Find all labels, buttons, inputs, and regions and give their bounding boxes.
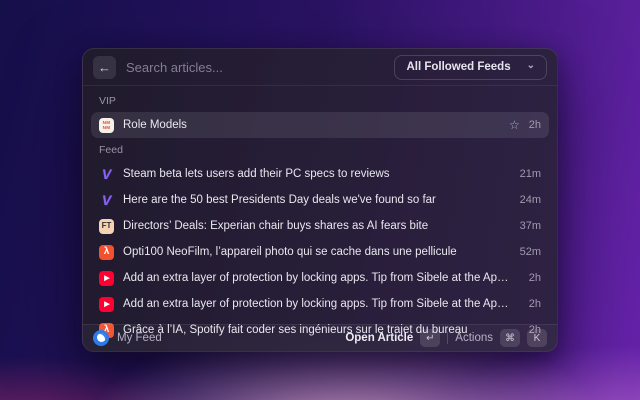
feed-filter-label: All Followed Feeds [406, 61, 511, 73]
my-feed-app-icon [93, 330, 109, 346]
star-icon: ☆ [508, 118, 520, 132]
command-key-icon: ⌘ [500, 329, 520, 347]
article-title: Steam beta lets users add their PC specs… [123, 168, 390, 180]
article-title: Directors’ Deals: Experian chair buys sh… [123, 220, 429, 232]
article-title: Role Models [123, 119, 187, 131]
article-timestamp: 37m [519, 220, 541, 232]
article-title: Opti100 NeoFilm, l’appareil photo qui se… [123, 246, 457, 258]
back-button[interactable]: ← [93, 55, 116, 79]
article-row[interactable]: V Steam beta lets users add their PC spec… [91, 161, 549, 187]
lambda-icon: λ [99, 244, 114, 260]
article-timestamp: 21m [519, 168, 541, 180]
enter-key-icon: ↵ [420, 329, 441, 347]
search-header: ← All Followed Feeds ⌄ [83, 49, 557, 86]
app-label: My Feed [117, 332, 162, 344]
feed-filter-dropdown[interactable]: All Followed Feeds ⌄ [394, 54, 547, 80]
youtube-icon: ▶ [99, 270, 114, 286]
section-header: VIP [99, 95, 116, 107]
action-bar: My Feed Open Article ↵ Actions ⌘ K [83, 324, 557, 351]
chevron-down-icon: ⌄ [526, 59, 535, 71]
article-timestamp: 52m [519, 246, 541, 258]
k-key-icon: K [527, 329, 547, 347]
article-row[interactable]: λ Opti100 NeoFilm, l’appareil photo qui s… [91, 239, 549, 265]
article-timestamp: 24m [519, 194, 541, 206]
feed-search-window: ← All Followed Feeds ⌄ VIP NM NM Role Mode… [82, 48, 558, 352]
verge-icon: V [101, 192, 112, 208]
article-timestamp: 2h [528, 272, 541, 284]
open-article-action[interactable]: Open Article [345, 332, 413, 344]
search-input[interactable] [126, 59, 385, 75]
role-models-icon: NM NM [99, 117, 114, 133]
article-timestamp: 2h [528, 119, 541, 131]
article-row[interactable]: FT Directors’ Deals: Experian chair buys … [91, 213, 549, 239]
actions-button[interactable]: Actions [455, 332, 493, 344]
youtube-icon: ▶ [99, 296, 114, 312]
desktop-wallpaper: ← All Followed Feeds ⌄ VIP NM NM Role Mode… [0, 0, 640, 400]
article-list: VIP NM NM Role Models ☆ 2h Feed V Steam beta le… [83, 86, 557, 343]
article-title: Add an extra layer of protection by lock… [123, 298, 511, 310]
article-row[interactable]: NM NM Role Models ☆ 2h [91, 112, 549, 138]
article-title: Here are the 50 best Presidents Day deal… [123, 194, 436, 206]
back-arrow-icon: ← [98, 59, 111, 75]
ft-icon: FT [99, 218, 114, 234]
article-row[interactable]: ▶ Add an extra layer of protection by loc… [91, 291, 549, 317]
section-header: Feed [99, 144, 123, 156]
article-row[interactable]: V Here are the 50 best Presidents Day dea… [91, 187, 549, 213]
footer-divider [447, 332, 449, 344]
article-row[interactable]: ▶ Add an extra layer of protection by loc… [91, 265, 549, 291]
article-title: Add an extra layer of protection by lock… [123, 272, 511, 284]
article-timestamp: 2h [528, 298, 541, 310]
verge-icon: V [101, 166, 112, 182]
